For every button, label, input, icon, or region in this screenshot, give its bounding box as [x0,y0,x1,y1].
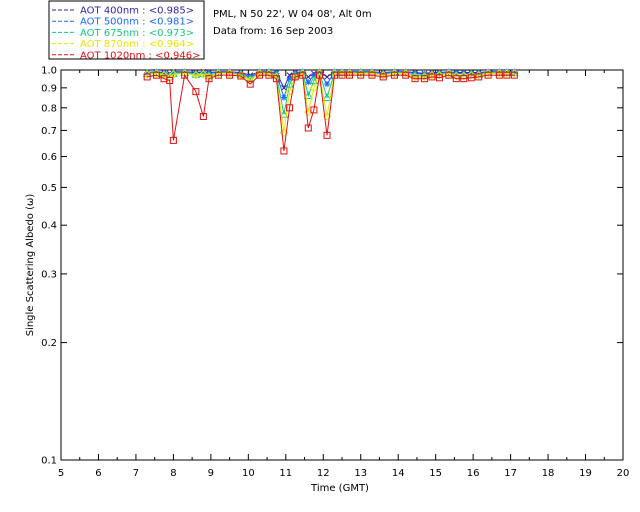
x-tick-label: 17 [504,468,517,479]
data-point [324,81,331,88]
x-tick-label: 18 [542,468,555,479]
date-info: Data from: 16 Sep 2003 [213,26,333,37]
y-tick-label: 0.5 [41,183,57,194]
legend-label: AOT 870nm : <0.964> [80,39,194,50]
data-point [281,84,287,91]
x-tick-label: 10 [242,468,255,479]
x-tick-label: 19 [579,468,592,479]
x-tick-label: 7 [133,468,139,479]
y-tick-label: 0.8 [41,103,57,114]
x-tick-label: 6 [95,468,101,479]
plot-frame [60,69,624,461]
legend-label: AOT 400nm : <0.985> [80,6,194,17]
legend-label: AOT 675nm : <0.973> [80,28,194,39]
x-tick-label: 5 [58,468,64,479]
x-axis: 5 6 7 8 9 10 11 12 13 14 15 16 17 18 19 20 [58,70,630,479]
x-axis-label: Time (GMT) [310,483,369,494]
x-tick-label: 16 [467,468,480,479]
y-tick-label: 0.1 [41,456,57,467]
y-tick-label: 1.0 [41,66,57,77]
x-tick-label: 8 [170,468,176,479]
y-tick-label: 0.7 [41,126,57,137]
x-tick-label: 15 [429,468,442,479]
y-axis-label: Single Scattering Albedo (ω) [25,194,36,337]
legend-label: AOT 500nm : <0.981> [80,17,194,28]
x-tick-label: 20 [617,468,630,479]
x-tick-label: 12 [317,468,330,479]
legend-label: AOT 1020nm : <0.946> [80,50,200,61]
data-point [324,74,330,80]
data-point [305,79,312,86]
y-tick-label: 0.3 [41,269,57,280]
y-tick-label: 0.4 [41,221,57,232]
y-axis: 0.1 0.2 0.3 0.4 0.5 0.6 0.7 0.8 0.9 1.0 [41,66,623,467]
y-tick-label: 0.9 [41,83,57,94]
series-layer [142,68,519,155]
x-tick-label: 14 [392,468,405,479]
x-tick-label: 9 [208,468,214,479]
data-point [280,94,287,101]
y-tick-label: 0.2 [41,338,57,349]
station-info: PML, N 50 22', W 04 08', Alt 0m [213,9,372,20]
x-tick-label: 11 [279,468,292,479]
y-tick-label: 0.6 [41,152,57,163]
albedo-chart: AOT 400nm : <0.985>AOT 500nm : <0.981>AO… [25,0,630,494]
x-tick-label: 13 [354,468,367,479]
